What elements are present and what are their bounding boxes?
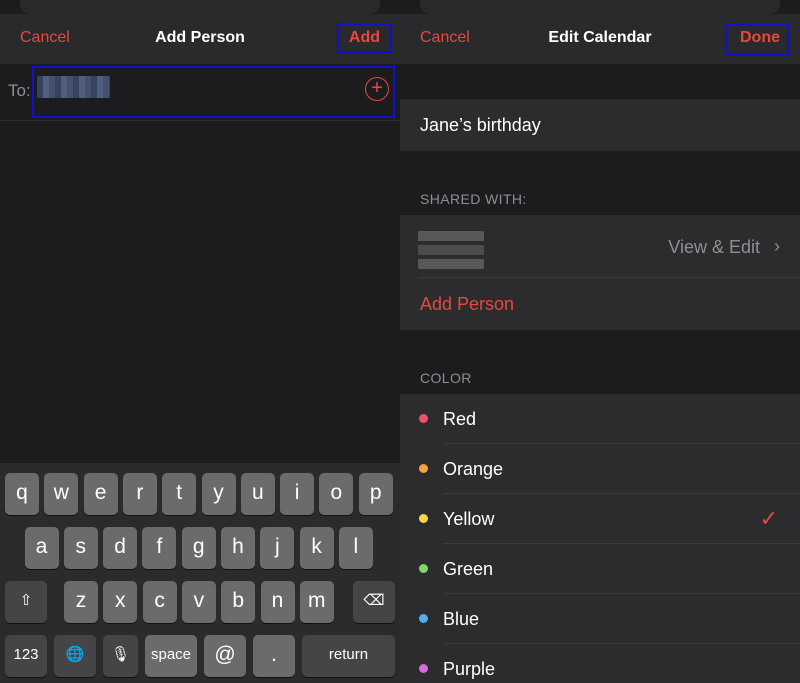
color-label: Green	[443, 559, 494, 579]
key-i[interactable]: i	[280, 473, 315, 515]
add-button-highlight	[337, 23, 392, 53]
color-option-red[interactable]: Red	[400, 394, 800, 444]
to-field-highlight	[32, 66, 395, 118]
space-key[interactable]: space	[145, 635, 197, 677]
key-s[interactable]: s	[63, 527, 98, 569]
key-p[interactable]: p	[358, 473, 393, 515]
dot-key[interactable]: .	[253, 635, 295, 677]
key-f[interactable]: f	[142, 527, 177, 569]
key-g[interactable]: g	[181, 527, 216, 569]
checkmark-icon: ✓	[759, 506, 778, 531]
cancel-button[interactable]: Cancel	[420, 29, 470, 47]
key-j[interactable]: j	[260, 527, 295, 569]
at-key[interactable]: @	[204, 635, 246, 677]
key-x[interactable]: x	[103, 581, 138, 623]
color-option-purple[interactable]: Purple	[400, 644, 800, 683]
color-label: Blue	[443, 609, 480, 629]
key-y[interactable]: y	[201, 473, 236, 515]
shift-icon[interactable]: ⇧	[5, 581, 47, 623]
calendar-name: Jane’s birthday	[420, 115, 541, 135]
key-d[interactable]: d	[103, 527, 138, 569]
add-person-button[interactable]: Add Person	[420, 294, 514, 315]
permission-label[interactable]: View & Edit	[668, 237, 760, 258]
color-option-green[interactable]: Green	[400, 544, 800, 594]
color-dot	[419, 464, 428, 473]
key-b[interactable]: b	[221, 581, 256, 623]
sheet-edge	[420, 0, 780, 14]
color-dot	[419, 564, 428, 573]
key-v[interactable]: v	[181, 581, 216, 623]
done-button-highlight	[725, 23, 789, 55]
sheet-edge	[20, 0, 380, 14]
key-r[interactable]: r	[122, 473, 157, 515]
color-dot	[419, 414, 428, 423]
cancel-button[interactable]: Cancel	[20, 29, 70, 47]
shared-with-header: SHARED WITH:	[420, 191, 527, 207]
return-key[interactable]: return	[302, 635, 395, 677]
color-label: Orange	[443, 459, 504, 479]
divider	[418, 277, 800, 278]
chevron-right-icon[interactable]: ›	[774, 236, 780, 257]
keyboard: qwertyuiop asdfghjkl zxcvbnm ⇧ ⌫ 123 🌐 🎙…	[0, 463, 400, 683]
key-q[interactable]: q	[5, 473, 39, 515]
edit-calendar-screen: Cancel Edit Calendar Done Jane’s birthda…	[400, 0, 800, 683]
color-dot	[419, 664, 428, 673]
key-t[interactable]: t	[162, 473, 197, 515]
key-o[interactable]: o	[319, 473, 354, 515]
to-label: To:	[8, 81, 31, 100]
key-e[interactable]: e	[83, 473, 118, 515]
key-k[interactable]: k	[299, 527, 334, 569]
globe-icon[interactable]: 🌐	[54, 635, 96, 677]
key-z[interactable]: z	[64, 581, 98, 623]
key-c[interactable]: c	[142, 581, 177, 623]
color-label: Yellow	[443, 509, 495, 529]
color-option-yellow[interactable]: Yellow ✓	[400, 494, 800, 544]
key-a[interactable]: a	[24, 527, 59, 569]
key-m[interactable]: m	[299, 581, 334, 623]
key-n[interactable]: n	[260, 581, 295, 623]
key-u[interactable]: u	[240, 473, 275, 515]
color-option-blue[interactable]: Blue	[400, 594, 800, 644]
color-dot	[419, 514, 428, 523]
shared-with-section: View & Edit › Add Person	[400, 215, 800, 330]
color-option-orange[interactable]: Orange	[400, 444, 800, 494]
key-123[interactable]: 123	[5, 635, 47, 677]
key-w[interactable]: w	[44, 473, 79, 515]
color-label: Purple	[443, 659, 496, 679]
backspace-icon[interactable]: ⌫	[353, 581, 395, 623]
key-h[interactable]: h	[221, 527, 255, 569]
color-dot	[419, 614, 428, 623]
microphone-icon[interactable]: 🎙	[103, 635, 138, 677]
calendar-name-field[interactable]: Jane’s birthday	[400, 99, 800, 151]
key-l[interactable]: l	[338, 527, 373, 569]
color-header: COLOR	[420, 370, 472, 386]
color-label: Red	[443, 409, 477, 429]
add-person-screen: Cancel Add Person Add To: + qwertyuiop a…	[0, 0, 400, 683]
shared-person-avatar[interactable]	[418, 231, 484, 269]
color-list: Red Orange Yellow ✓ Green Blue Purple	[400, 394, 800, 683]
